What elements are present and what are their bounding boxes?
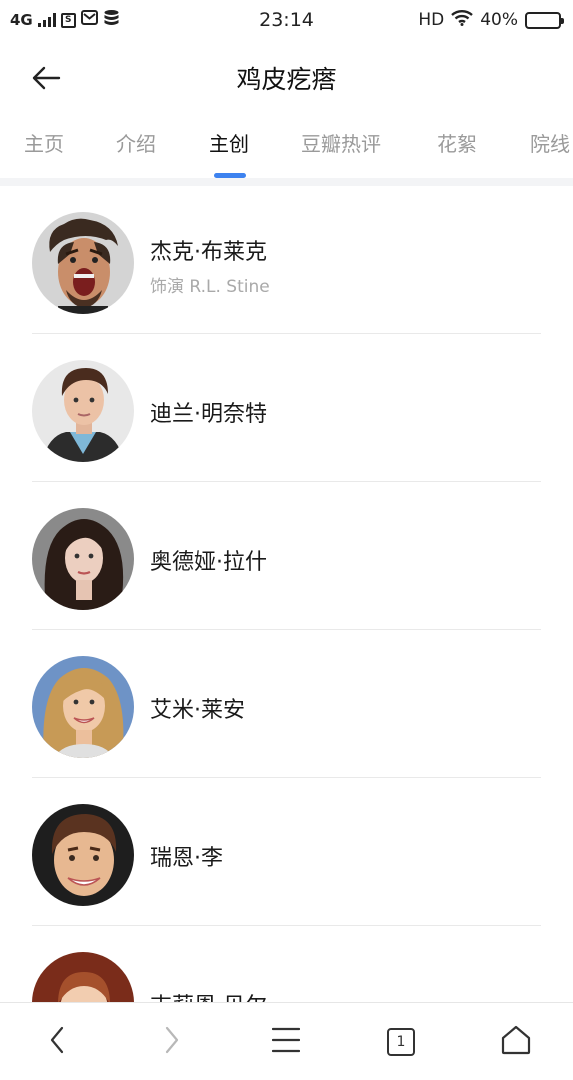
avatar <box>32 804 134 906</box>
wifi-icon <box>451 9 474 31</box>
forward-nav-button[interactable] <box>147 1019 197 1065</box>
avatar <box>32 360 134 462</box>
status-right: HD 40% <box>418 9 564 31</box>
tab-douban-reviews[interactable]: 豆瓣热评 <box>301 128 381 157</box>
tab-cast[interactable]: 主创 <box>209 128 249 157</box>
back-icon <box>50 1026 64 1058</box>
sim-s-icon: S <box>60 12 76 28</box>
menu-icon <box>271 1027 301 1057</box>
tab-intro[interactable]: 介绍 <box>116 128 156 157</box>
bottom-nav: 1 <box>0 1002 573 1080</box>
status-left: 4G S <box>10 9 120 31</box>
cast-item[interactable]: 杰克·布莱克 饰演 R.L. Stine <box>0 186 573 334</box>
cast-role: 饰演 R.L. Stine <box>150 277 270 297</box>
menu-button[interactable] <box>261 1019 311 1065</box>
network-type: 4G <box>10 11 33 29</box>
cast-item[interactable]: 艾米·莱安 <box>0 630 573 778</box>
tab-featurettes[interactable]: 花絮 <box>437 128 477 157</box>
tabs-button[interactable]: 1 <box>376 1019 426 1065</box>
hd-label: HD <box>418 10 445 30</box>
back-arrow-icon <box>31 66 61 94</box>
avatar <box>32 508 134 610</box>
tab-cinemas[interactable]: 院线 <box>530 128 570 157</box>
cast-item[interactable]: 瑞恩·李 <box>0 778 573 926</box>
forward-icon <box>165 1026 179 1058</box>
avatar <box>32 952 134 1002</box>
battery-icon <box>525 11 564 29</box>
cast-item[interactable]: 吉莉恩·贝尔 <box>0 926 573 1002</box>
storage-icon <box>103 9 120 31</box>
cast-item[interactable]: 奥德娅·拉什 <box>0 482 573 630</box>
page-title: 鸡皮疙瘩 <box>236 65 337 94</box>
cast-item[interactable]: 迪兰·明奈特 <box>0 334 573 482</box>
cast-list: 杰克·布莱克 饰演 R.L. Stine 迪兰·明奈特 奥德娅·拉什 艾米·莱安… <box>0 186 573 1002</box>
status-bar: 4G S 23:14 HD 40% <box>0 0 573 40</box>
tab-home[interactable]: 主页 <box>24 128 64 157</box>
battery-percent: 40% <box>480 10 518 30</box>
tabs-icon: 1 <box>387 1028 415 1056</box>
avatar <box>32 212 134 314</box>
home-icon <box>500 1025 532 1059</box>
tabs-divider <box>0 178 573 186</box>
back-nav-button[interactable] <box>32 1019 82 1065</box>
cast-name: 艾米·莱安 <box>150 698 245 723</box>
cast-name: 吉莉恩·贝尔 <box>150 988 267 1002</box>
tab-bar: 主页 介绍 主创 豆瓣热评 花絮 院线 <box>0 118 573 178</box>
cast-name: 杰克·布莱克 <box>150 240 267 265</box>
avatar <box>32 656 134 758</box>
cast-name: 迪兰·明奈特 <box>150 402 267 427</box>
home-button[interactable] <box>491 1019 541 1065</box>
cast-name: 瑞恩·李 <box>150 846 223 871</box>
mail-icon <box>80 10 98 30</box>
back-button[interactable] <box>24 58 68 102</box>
signal-icon <box>37 13 56 27</box>
cast-name: 奥德娅·拉什 <box>150 550 267 575</box>
header: 鸡皮疙瘩 <box>0 40 573 118</box>
